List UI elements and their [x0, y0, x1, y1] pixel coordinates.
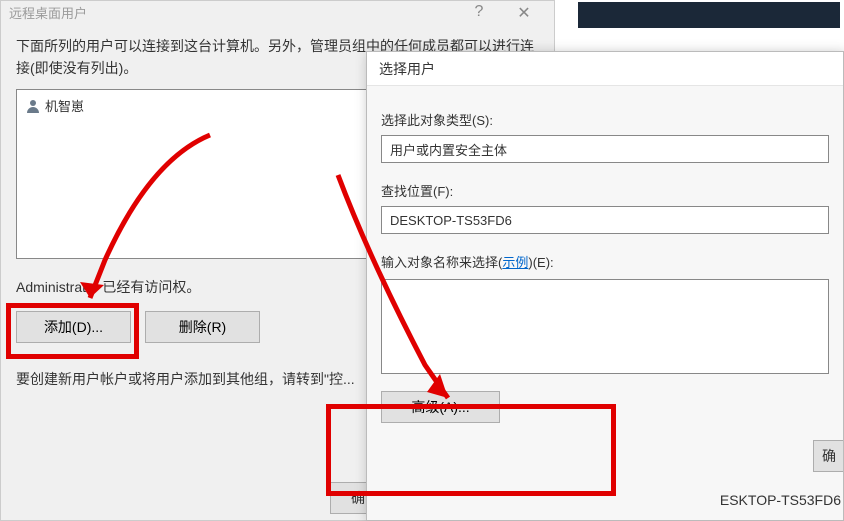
example-link[interactable]: 示例 — [502, 255, 528, 270]
right-title: 选择用户 — [379, 59, 435, 79]
location-label: 查找位置(F): — [381, 181, 829, 200]
user-name: 机智崽 — [45, 96, 84, 115]
user-icon — [25, 98, 41, 114]
annotation-box-add — [6, 303, 139, 359]
object-names-input[interactable] — [381, 279, 829, 374]
close-icon[interactable]: ✕ — [509, 3, 539, 23]
hostname-tail-text: ESKTOP-TS53FD6 — [720, 492, 841, 508]
left-title: 远程桌面用户 — [9, 3, 87, 22]
object-type-field[interactable]: 用户或内置安全主体 — [381, 135, 829, 163]
left-titlebar: 远程桌面用户 ? ✕ — [1, 1, 554, 23]
location-field[interactable]: DESKTOP-TS53FD6 — [381, 206, 829, 234]
right-titlebar: 选择用户 — [367, 52, 843, 86]
remove-button[interactable]: 删除(R) — [145, 311, 260, 343]
background-dark-strip — [578, 2, 840, 28]
annotation-box-advanced — [326, 404, 616, 496]
ok-button-right[interactable]: 确 — [813, 440, 843, 472]
help-icon[interactable]: ? — [464, 3, 494, 21]
object-names-label: 输入对象名称来选择(示例)(E): — [381, 252, 829, 271]
object-type-label: 选择此对象类型(S): — [381, 110, 829, 129]
